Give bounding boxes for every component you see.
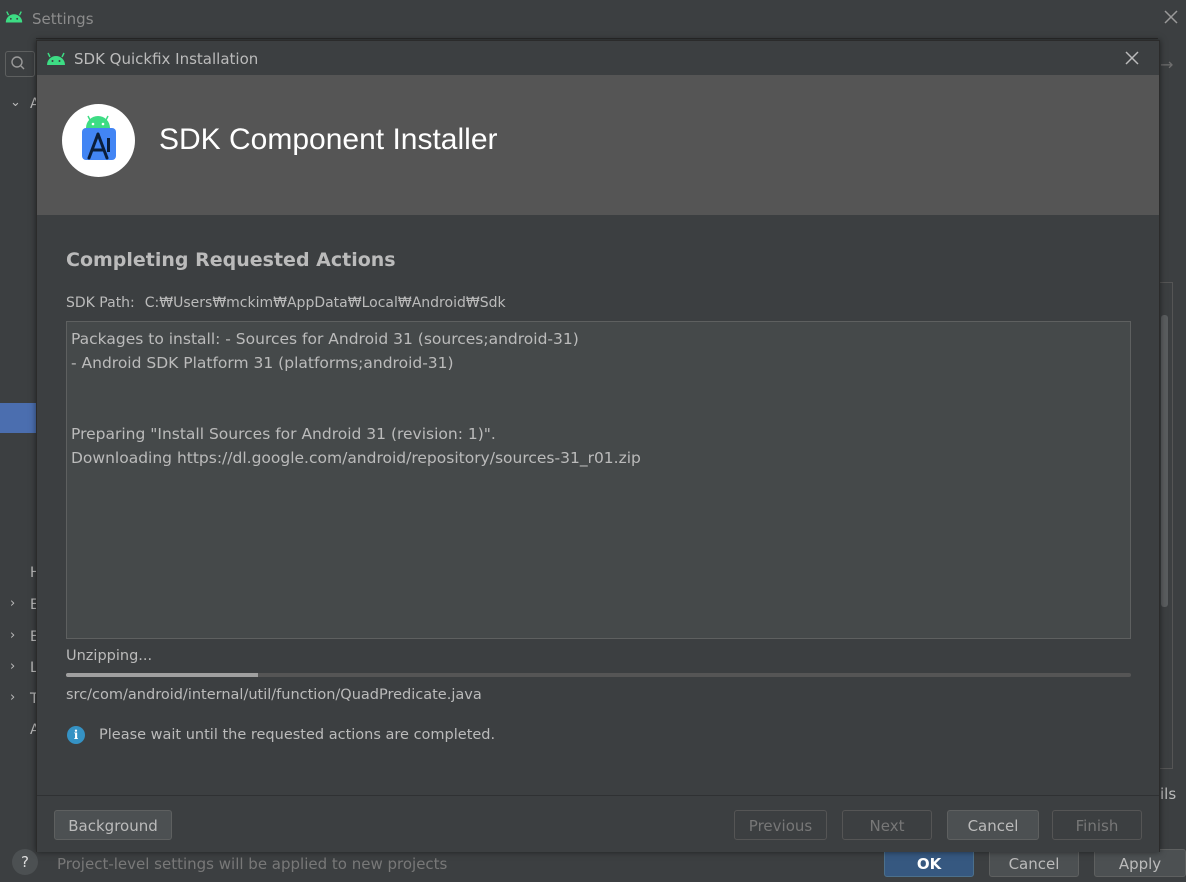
banner-title: SDK Component Installer — [159, 123, 498, 156]
finish-button[interactable]: Finish — [1052, 810, 1142, 840]
log-line: - Android SDK Platform 31 (platforms;and… — [71, 354, 454, 372]
android-studio-icon — [82, 115, 116, 160]
settings-titlebar: Settings — [0, 0, 1186, 39]
help-icon[interactable]: ? — [12, 849, 38, 875]
chevron-right-icon[interactable]: › — [10, 628, 15, 643]
ok-button[interactable]: OK — [884, 849, 974, 877]
progress-bar — [66, 673, 1131, 677]
sidebar-selected-item[interactable] — [0, 403, 36, 433]
sdk-path-label: SDK Path: — [66, 295, 135, 311]
sdk-quickfix-dialog: SDK Quickfix Installation SDK Component … — [36, 40, 1160, 852]
android-icon — [47, 52, 65, 65]
info-icon: i — [67, 726, 85, 744]
close-icon[interactable] — [1123, 49, 1141, 67]
scrollbar[interactable] — [1161, 315, 1168, 607]
install-log[interactable]: Packages to install: - Sources for Andro… — [66, 321, 1131, 639]
settings-search-field[interactable] — [5, 51, 35, 77]
dialog-footer: Background Previous Next Cancel Finish — [37, 795, 1159, 852]
background-button[interactable]: Background — [54, 810, 172, 840]
settings-hint: Project-level settings will be applied t… — [57, 855, 448, 873]
chevron-right-icon[interactable]: › — [10, 690, 15, 705]
installer-content: Completing Requested Actions SDK Path: C:… — [37, 215, 1159, 795]
settings-title: Settings — [32, 10, 94, 28]
log-line: Preparing "Install Sources for Android 3… — [71, 425, 496, 443]
settings-cancel-button[interactable]: Cancel — [989, 849, 1079, 877]
next-button[interactable]: Next — [842, 810, 932, 840]
previous-button[interactable]: Previous — [734, 810, 827, 840]
progress-fill — [66, 673, 258, 677]
android-studio-logo — [62, 104, 135, 177]
dialog-title: SDK Quickfix Installation — [74, 50, 259, 68]
sdk-path: SDK Path: C:₩Users₩mckim₩AppData₩Local₩An… — [66, 295, 506, 311]
android-icon — [5, 11, 23, 23]
forward-arrow-icon[interactable]: → — [1160, 55, 1173, 74]
search-icon — [11, 56, 25, 70]
status-text: Unzipping... — [66, 648, 153, 664]
installer-banner: SDK Component Installer — [37, 75, 1159, 215]
info-message: Please wait until the requested actions … — [99, 727, 496, 743]
apply-button[interactable]: Apply — [1094, 849, 1186, 877]
chevron-right-icon[interactable]: › — [10, 659, 15, 674]
log-line: Packages to install: - Sources for Andro… — [71, 330, 579, 348]
dialog-titlebar: SDK Quickfix Installation — [37, 41, 1159, 75]
chevron-right-icon[interactable]: › — [10, 596, 15, 611]
page-title: Completing Requested Actions — [66, 249, 396, 271]
close-icon[interactable] — [1162, 8, 1180, 26]
cancel-button[interactable]: Cancel — [947, 810, 1039, 840]
current-file: src/com/android/internal/util/function/Q… — [66, 687, 482, 703]
chevron-down-icon[interactable]: ⌄ — [10, 95, 21, 110]
show-details-link[interactable]: ils — [1160, 785, 1176, 803]
log-line: Downloading https://dl.google.com/androi… — [71, 449, 641, 467]
sdk-path-value: C:₩Users₩mckim₩AppData₩Local₩Android₩Sdk — [144, 295, 506, 311]
